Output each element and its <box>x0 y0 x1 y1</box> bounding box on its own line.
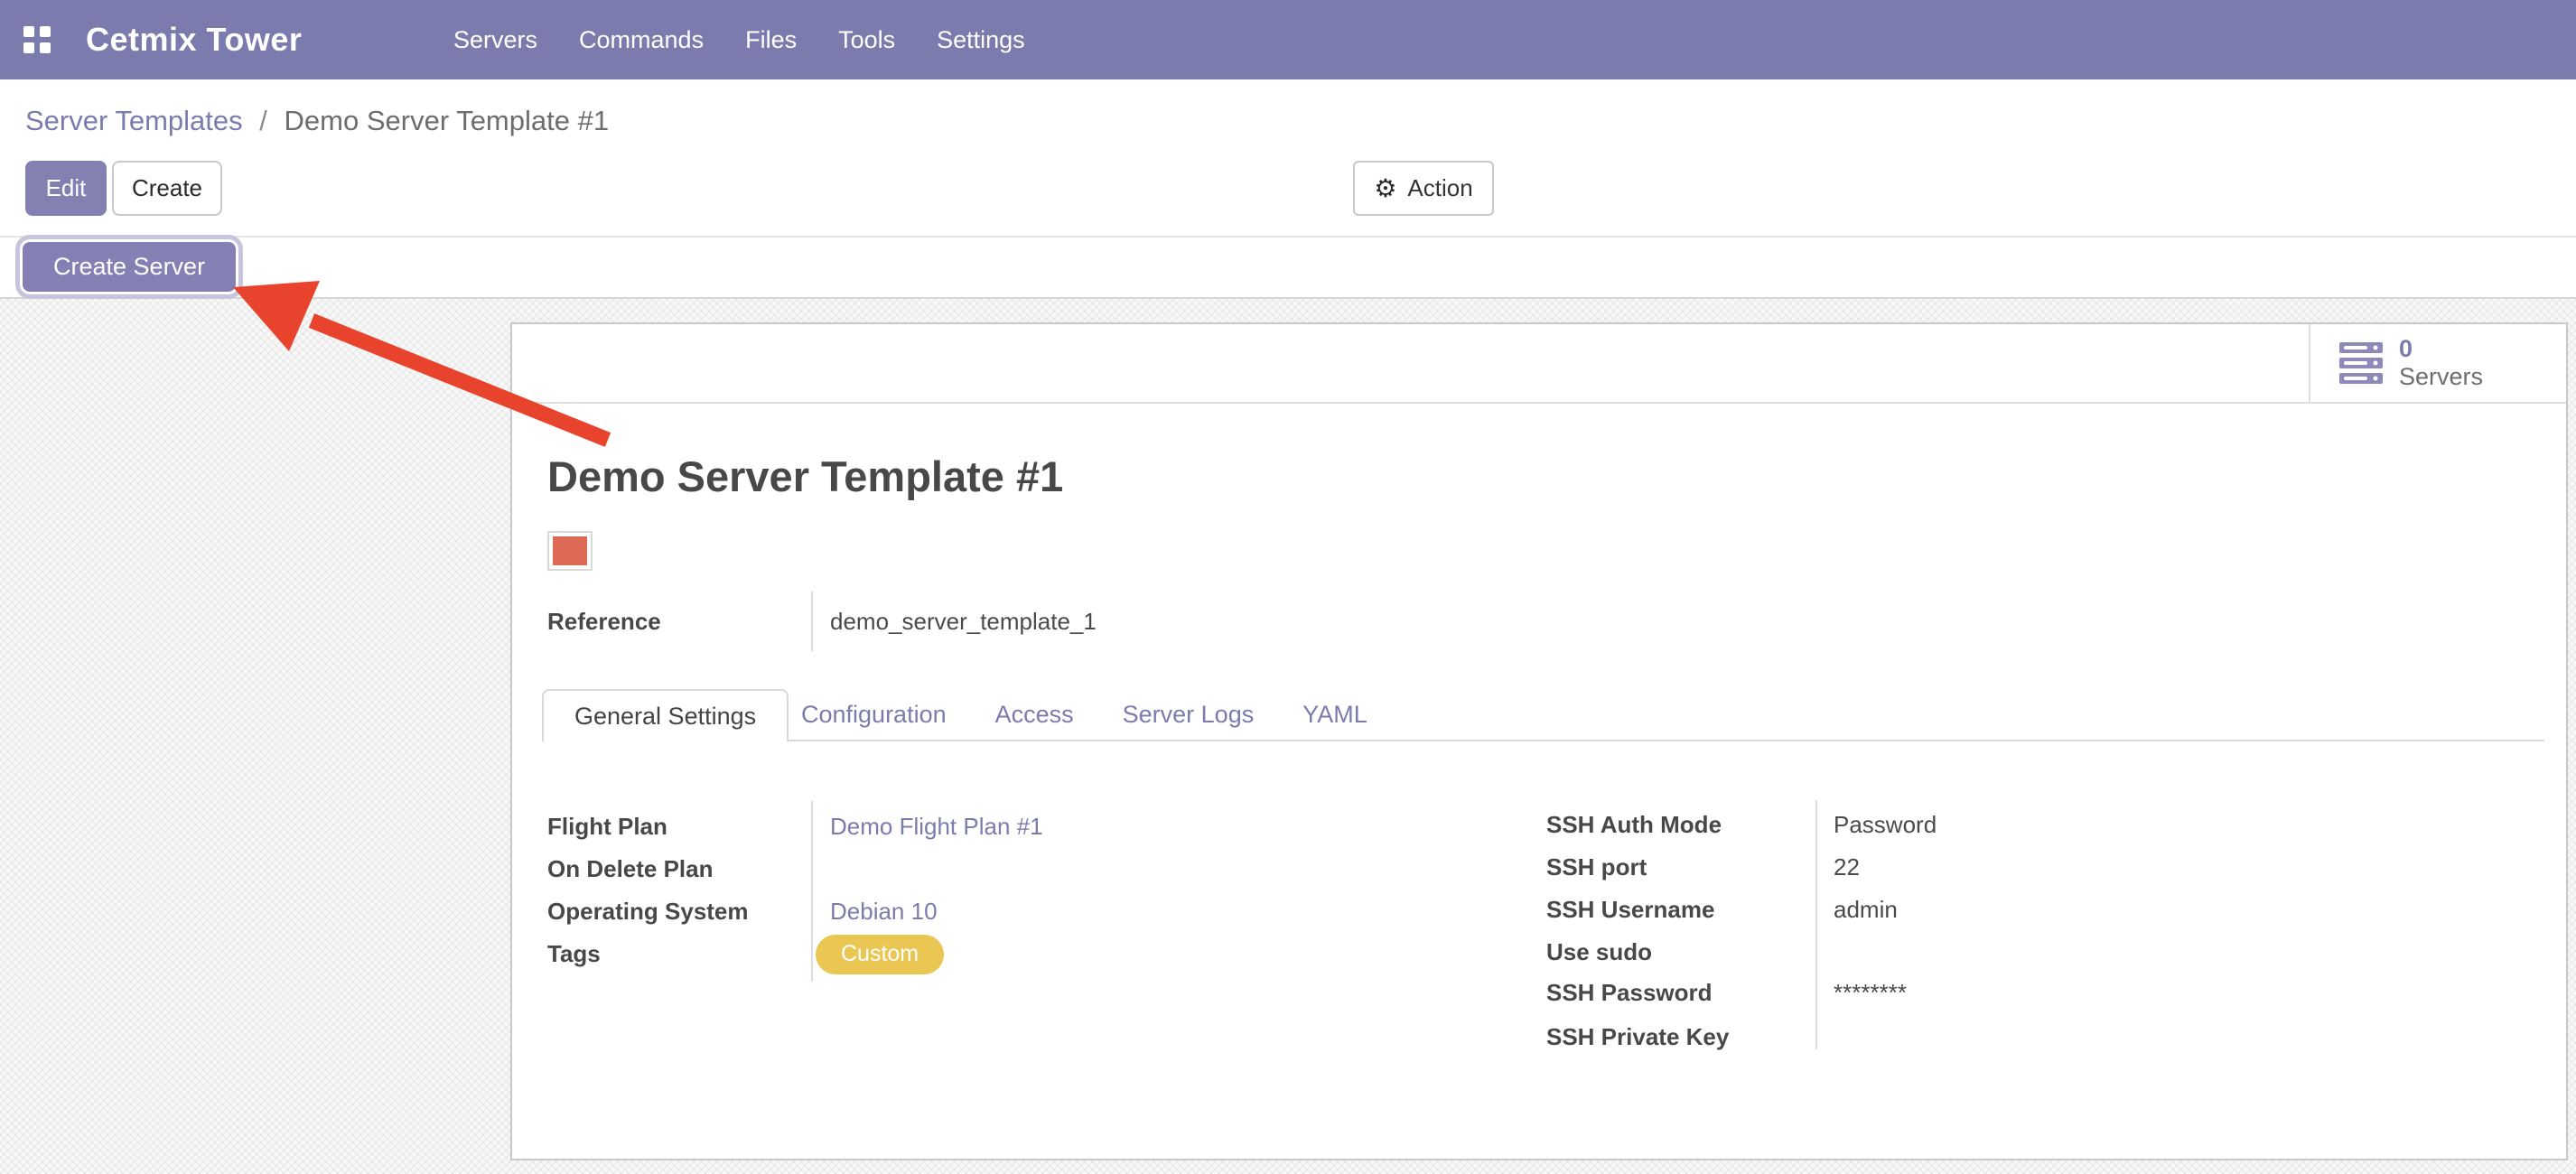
servers-label: Servers <box>2399 363 2483 391</box>
create-server-button[interactable]: Create Server <box>23 242 236 292</box>
servers-count: 0 <box>2399 335 2483 363</box>
tab-links: Configuration Access Server Logs YAML <box>777 689 1392 740</box>
control-panel: Server Templates / Demo Server Template … <box>0 79 2576 238</box>
tab-server-logs[interactable]: Server Logs <box>1098 701 1279 729</box>
action-button[interactable]: ⚙︎ Action <box>1353 161 1494 216</box>
tag-custom[interactable]: Custom <box>816 935 944 974</box>
field-value-ssh-auth-mode: Password <box>1834 804 1937 846</box>
main-menu: Servers Commands Files Tools Settings <box>453 0 1025 79</box>
breadcrumb-separator: / <box>250 105 276 136</box>
record-sheet: 0 Servers Demo Server Template #1 Refere… <box>510 322 2568 1160</box>
menu-tools[interactable]: Tools <box>838 26 895 54</box>
breadcrumb: Server Templates / Demo Server Template … <box>25 105 609 137</box>
field-label-ssh-private-key: SSH Private Key <box>1546 1016 1729 1058</box>
field-value-ssh-port: 22 <box>1834 846 1860 889</box>
field-value-operating-system: Debian 10 <box>830 890 938 933</box>
field-value-tags: Custom <box>816 933 944 975</box>
record-action-strip: Create Server <box>0 239 2576 299</box>
menu-servers[interactable]: Servers <box>453 26 537 54</box>
tab-general-settings[interactable]: General Settings <box>542 689 789 741</box>
field-label-use-sudo: Use sudo <box>1546 931 1652 974</box>
field-label-operating-system: Operating System <box>547 890 749 933</box>
field-value-flight-plan: Demo Flight Plan #1 <box>830 806 1043 848</box>
tab-access[interactable]: Access <box>971 701 1098 729</box>
top-navbar: Cetmix Tower Servers Commands Files Tool… <box>0 0 2576 79</box>
tab-configuration[interactable]: Configuration <box>777 701 971 729</box>
field-label-ssh-auth-mode: SSH Auth Mode <box>1546 804 1722 846</box>
field-value-ssh-password: ******** <box>1834 972 1907 1014</box>
tab-yaml[interactable]: YAML <box>1278 701 1392 729</box>
server-stack-icon <box>2339 342 2383 384</box>
operating-system-link[interactable]: Debian 10 <box>830 898 938 926</box>
servers-stat-button[interactable]: 0 Servers <box>2309 324 2566 402</box>
color-swatch[interactable] <box>547 531 593 571</box>
color-swatch-fill <box>553 536 587 565</box>
field-label-flight-plan: Flight Plan <box>547 806 667 848</box>
breadcrumb-current: Demo Server Template #1 <box>285 105 610 136</box>
gear-icon: ⚙︎ <box>1374 176 1396 201</box>
left-column-separator <box>811 801 813 982</box>
field-label-ssh-password: SSH Password <box>1546 972 1713 1014</box>
breadcrumb-parent-link[interactable]: Server Templates <box>25 105 243 136</box>
notebook-tabs: General Settings Configuration Access Se… <box>512 689 2566 741</box>
menu-files[interactable]: Files <box>745 26 797 54</box>
field-label-ssh-username: SSH Username <box>1546 889 1714 931</box>
create-button[interactable]: Create <box>112 161 222 216</box>
stat-texts: 0 Servers <box>2399 335 2483 391</box>
record-title: Demo Server Template #1 <box>547 452 1063 501</box>
reference-value: demo_server_template_1 <box>830 608 1097 636</box>
app-brand[interactable]: Cetmix Tower <box>86 0 302 79</box>
action-button-label: Action <box>1407 174 1472 202</box>
right-column-separator <box>1815 800 1817 1049</box>
reference-label: Reference <box>547 608 661 636</box>
field-value-ssh-username: admin <box>1834 889 1898 931</box>
field-label-tags: Tags <box>547 933 601 975</box>
field-label-ssh-port: SSH port <box>1546 846 1647 889</box>
edit-button[interactable]: Edit <box>25 161 107 216</box>
content-background: 0 Servers Demo Server Template #1 Refere… <box>0 299 2576 1174</box>
stat-button-box: 0 Servers <box>512 324 2566 404</box>
reference-separator <box>811 592 813 651</box>
field-label-on-delete-plan: On Delete Plan <box>547 848 714 890</box>
flight-plan-link[interactable]: Demo Flight Plan #1 <box>830 813 1043 841</box>
menu-settings[interactable]: Settings <box>937 26 1025 54</box>
menu-commands[interactable]: Commands <box>579 26 704 54</box>
tab-bottom-border <box>542 740 2544 741</box>
apps-grid-icon[interactable] <box>23 26 52 53</box>
